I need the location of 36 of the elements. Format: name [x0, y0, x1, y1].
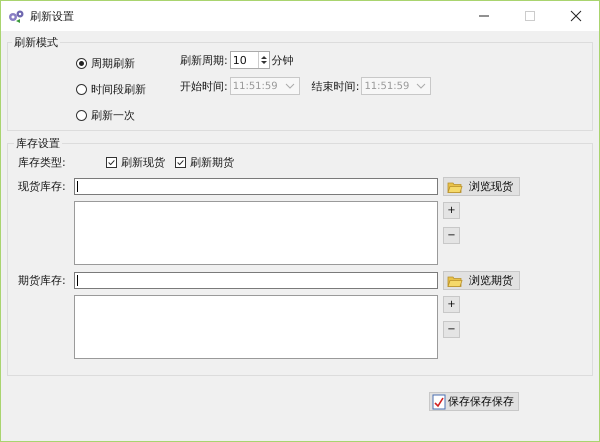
path-list[interactable] [74, 201, 438, 265]
folder-icon [447, 274, 463, 286]
folder-icon [447, 180, 463, 192]
browse-button[interactable]: 浏览现货 [443, 177, 520, 196]
type-label: 库存类型: [18, 154, 67, 170]
path-field[interactable] [74, 272, 438, 289]
period-label: 刷新周期: [180, 52, 228, 68]
period-spinner[interactable]: 10 [230, 51, 270, 69]
radio-option[interactable]: 周期刷新 [76, 56, 135, 70]
save-button[interactable]: 保存保存保存 [429, 392, 519, 411]
remove-button[interactable]: − [443, 227, 460, 244]
unit-label: 分钟 [272, 52, 294, 68]
end-time-label: 结束时间: [312, 78, 360, 94]
add-button[interactable]: + [443, 296, 460, 313]
radio-icon[interactable] [76, 58, 87, 68]
group-title: 库存设置 [15, 136, 61, 151]
radio-icon[interactable] [76, 110, 87, 120]
path-list[interactable] [74, 295, 438, 359]
path-label: 期货库存: [18, 273, 67, 288]
radio-option[interactable]: 刷新一次 [76, 108, 135, 122]
chevron-down-icon [416, 83, 426, 89]
checkbox[interactable]: 刷新现货 [106, 154, 165, 170]
window-title: 刷新设置 [30, 8, 74, 24]
radio-option[interactable]: 时间段刷新 [76, 82, 146, 96]
group-title: 刷新模式 [13, 35, 59, 50]
radio-icon[interactable] [76, 84, 87, 94]
path-field[interactable] [74, 178, 438, 195]
start-time-label: 开始时间: [180, 78, 228, 94]
chevron-down-icon [284, 83, 295, 89]
gears-icon [7, 9, 25, 23]
add-button[interactable]: + [443, 202, 460, 219]
checkbox[interactable]: 刷新期货 [175, 154, 234, 170]
path-label: 现货库存: [18, 179, 67, 194]
browse-button[interactable]: 浏览期货 [443, 271, 520, 290]
checked-document-icon [432, 394, 446, 410]
remove-button[interactable]: − [443, 321, 460, 338]
